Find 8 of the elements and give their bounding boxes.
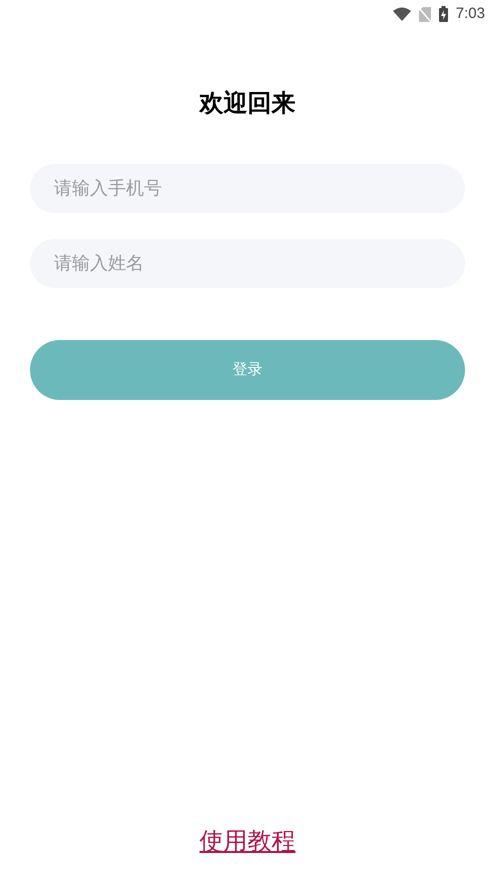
input-field[interactable]: 请输入手机号 [30,164,465,213]
input-field[interactable]: 请输入姓名 [30,239,465,288]
battery-icon [438,6,448,22]
wifi-icon [392,7,411,21]
status-time: 7:03 [456,4,485,24]
page-title: 欢迎回来 [200,89,296,119]
tutorial-link[interactable]: 使用教程 [200,824,296,860]
no-sim-icon [418,6,431,22]
